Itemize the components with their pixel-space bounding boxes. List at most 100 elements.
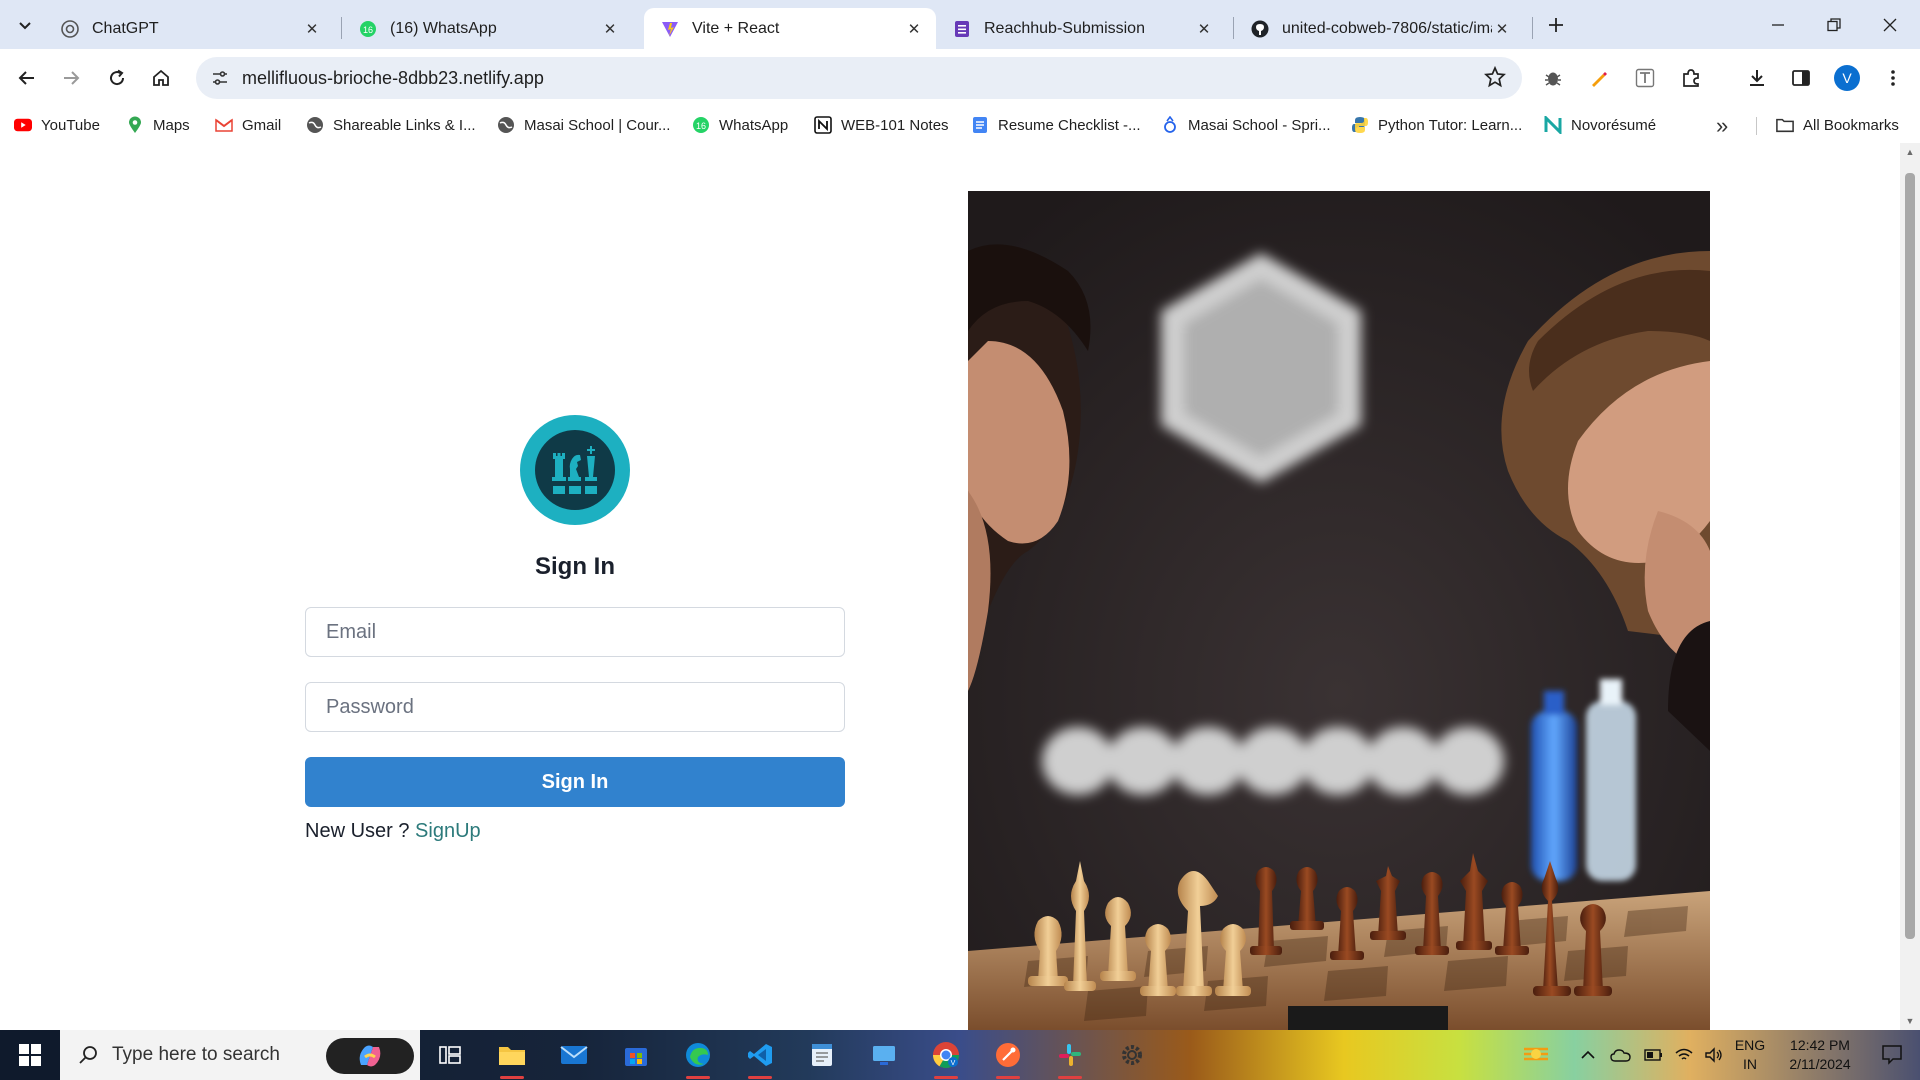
bug-icon [1545, 72, 1561, 86]
extension-color-picker-button[interactable] [1582, 61, 1616, 95]
home-button[interactable] [144, 61, 178, 95]
side-panel-button[interactable] [1784, 61, 1818, 95]
settings-app[interactable] [1108, 1035, 1156, 1075]
bookmark-masai-sprint[interactable]: Masai School - Spri... [1161, 115, 1331, 135]
tab-github[interactable]: united-cobweb-7806/static/ima ✕ [1234, 8, 1524, 49]
bookmark-youtube[interactable]: YouTube [14, 115, 100, 135]
bookmark-label: Resume Checklist -... [998, 116, 1141, 134]
minimize-button[interactable] [1750, 0, 1806, 49]
bookmark-label: WEB-101 Notes [841, 116, 949, 134]
bookmark-resume-checklist[interactable]: Resume Checklist -... [971, 115, 1141, 135]
new-user-text: New User ? [305, 820, 410, 842]
bookmark-whatsapp[interactable]: 16 WhatsApp [692, 115, 788, 135]
password-field[interactable] [305, 682, 845, 732]
notifications-button[interactable] [1868, 1035, 1916, 1075]
gmail-icon [215, 116, 233, 134]
bookmark-label: Masai School - Spri... [1188, 116, 1331, 134]
mail-app[interactable] [550, 1035, 598, 1075]
bookmark-star-icon[interactable] [1484, 65, 1506, 93]
restore-button[interactable] [1806, 0, 1862, 49]
battery-icon[interactable] [1642, 1047, 1664, 1063]
all-bookmarks-label: All Bookmarks [1803, 116, 1899, 134]
widget-weather-button[interactable] [1512, 1035, 1560, 1075]
edge-app[interactable] [674, 1035, 722, 1079]
svg-text:16: 16 [363, 25, 373, 35]
tab-reachhub[interactable]: Reachhub-Submission ✕ [936, 8, 1226, 49]
email-field[interactable] [305, 607, 845, 657]
bookmark-label: Gmail [242, 116, 282, 134]
tab-chatgpt[interactable]: ChatGPT ✕ [44, 8, 334, 49]
postman-app[interactable] [984, 1035, 1032, 1079]
volume-icon[interactable] [1704, 1047, 1724, 1063]
input-language-indicator[interactable]: ENG IN [1730, 1036, 1770, 1074]
task-view-button[interactable] [426, 1035, 474, 1075]
close-icon[interactable]: ✕ [904, 19, 924, 39]
tab-whatsapp[interactable]: 16 (16) WhatsApp ✕ [342, 8, 632, 49]
new-tab-button[interactable] [1542, 11, 1570, 39]
taskbar-search-placeholder: Type here to search [112, 1044, 280, 1065]
tab-vite-react[interactable]: Vite + React ✕ [644, 8, 936, 49]
close-icon[interactable]: ✕ [1194, 19, 1214, 39]
vscode-app[interactable] [736, 1035, 784, 1079]
signup-link[interactable]: SignUp [415, 820, 481, 842]
close-window-button[interactable] [1862, 0, 1918, 49]
start-button[interactable] [0, 1030, 60, 1080]
bookmark-python-tutor[interactable]: Python Tutor: Learn... [1351, 115, 1522, 135]
profile-avatar[interactable]: V [1834, 65, 1860, 91]
scrollbar-thumb[interactable] [1905, 173, 1915, 939]
scroll-up-icon[interactable]: ▲ [1905, 147, 1915, 157]
bookmark-gmail[interactable]: Gmail [215, 115, 281, 135]
wifi-icon[interactable] [1674, 1047, 1694, 1063]
tab-search-button[interactable] [10, 10, 40, 40]
scroll-down-icon[interactable]: ▼ [1905, 1016, 1915, 1026]
bookmark-shareable-links[interactable]: Shareable Links & I... [306, 115, 476, 135]
url-text: mellifluous-brioche-8dbb23.netlify.app [242, 68, 544, 88]
onedrive-icon[interactable] [1610, 1047, 1632, 1063]
taskbar-clock[interactable]: 12:42 PM 2/11/2024 [1770, 1036, 1870, 1074]
menu-button[interactable] [1876, 61, 1910, 95]
tab-title: ChatGPT [92, 19, 159, 37]
github-icon [1250, 19, 1270, 39]
tab-title: (16) WhatsApp [390, 19, 497, 37]
chevron-up-icon[interactable] [1580, 1047, 1596, 1063]
page-scrollbar[interactable]: ▲ ▼ [1900, 143, 1920, 1030]
forward-button[interactable] [54, 61, 88, 95]
extension-text-button[interactable] [1628, 61, 1662, 95]
masai-icon [1161, 116, 1179, 134]
downloads-button[interactable] [1740, 61, 1774, 95]
running-indicator [934, 1076, 958, 1079]
all-bookmarks-button[interactable]: All Bookmarks [1776, 115, 1899, 135]
file-explorer-app[interactable] [488, 1035, 536, 1079]
edge-icon [686, 1043, 710, 1067]
close-icon[interactable]: ✕ [600, 19, 620, 39]
region-code: IN [1743, 1056, 1757, 1072]
arrow-right-icon [64, 71, 80, 85]
back-button[interactable] [10, 61, 44, 95]
bookmark-label: Shareable Links & I... [333, 116, 476, 134]
bookmark-web101-notes[interactable]: WEB-101 Notes [814, 115, 949, 135]
close-icon[interactable]: ✕ [302, 19, 322, 39]
tab-title: Vite + React [692, 19, 780, 37]
more-bookmarks-chevron-icon[interactable]: » [1716, 113, 1728, 139]
reload-button[interactable] [100, 61, 134, 95]
bookmark-masai-courses[interactable]: Masai School | Cour... [497, 115, 670, 135]
chatgpt-icon [60, 19, 80, 39]
web-page: Sign In Sign In New User ? SignUp [0, 143, 1900, 1030]
site-info-icon[interactable] [206, 64, 234, 92]
bookmark-novoresume[interactable]: Novorésumé [1544, 115, 1656, 135]
slack-app[interactable] [1046, 1035, 1094, 1079]
search-icon [79, 1046, 97, 1064]
bookmark-maps[interactable]: Maps [126, 115, 190, 135]
store-app[interactable] [612, 1035, 660, 1075]
svg-text:V: V [951, 1060, 956, 1067]
address-bar[interactable]: mellifluous-brioche-8dbb23.netlify.app [196, 57, 1522, 99]
restore-icon [1827, 17, 1841, 31]
extension-bug-button[interactable] [1536, 61, 1570, 95]
sign-in-button[interactable]: Sign In [305, 757, 845, 807]
remote-desktop-app[interactable] [860, 1035, 908, 1075]
chrome-app[interactable]: V [922, 1035, 970, 1079]
extensions-button[interactable] [1674, 61, 1708, 95]
close-icon[interactable]: ✕ [1492, 19, 1512, 39]
notepad-app[interactable] [798, 1035, 846, 1075]
copilot-button[interactable] [326, 1038, 414, 1074]
